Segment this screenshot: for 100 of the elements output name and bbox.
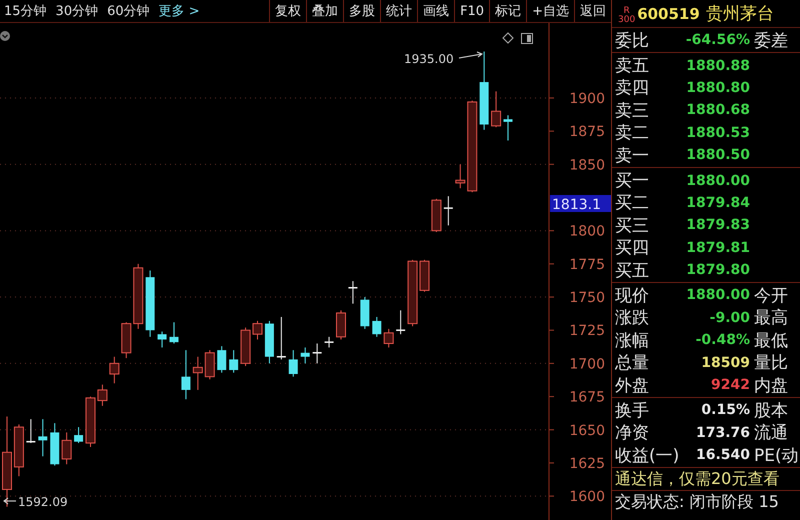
candlestick — [276, 316, 286, 360]
candlestick — [204, 350, 215, 380]
candlestick — [372, 316, 382, 338]
field-label: 卖二 — [615, 122, 650, 144]
field-value: 1880.80 — [685, 80, 750, 96]
candlestick — [384, 328, 394, 348]
axis-label: 1850 — [569, 157, 605, 174]
candlestick — [14, 424, 24, 477]
field-value: 1879.81 — [685, 240, 750, 256]
candlestick — [158, 331, 167, 348]
field-label: 卖一 — [615, 144, 650, 167]
candlestick — [50, 422, 60, 466]
field-label: 卖四 — [615, 77, 650, 100]
candlestick — [348, 280, 358, 304]
field-label: 买二 — [615, 192, 650, 214]
field-label: 买四 — [615, 237, 650, 260]
field-value: 9242 — [710, 377, 750, 394]
promo-text[interactable]: 通达信，仅需20元查看 — [612, 468, 800, 492]
candlestick — [170, 322, 178, 344]
candlestick — [431, 198, 442, 233]
arrow-icon — [3, 498, 16, 504]
stock-name: 贵州茅台 — [706, 3, 774, 25]
candlestick — [109, 356, 120, 384]
field-value: 1880.53 — [685, 124, 750, 141]
panel-toggle-icon — [521, 33, 533, 44]
candlestick — [420, 259, 430, 292]
field-value: 173.76 — [694, 424, 750, 441]
high-price-label: 1935.00 — [404, 52, 454, 66]
candlestick — [240, 327, 251, 367]
axis-label: 1650 — [569, 422, 605, 439]
candlestick — [504, 114, 512, 141]
axis-label: 1725 — [569, 323, 605, 340]
candlestick — [133, 263, 144, 330]
field-label: 今开 — [754, 285, 788, 307]
axis-label: 1875 — [569, 124, 605, 140]
field-label: 最高 — [754, 307, 788, 330]
stock-code: 600519 — [637, 4, 700, 22]
field-label: PE(动 — [754, 444, 799, 467]
field-label: 收益(一) — [615, 444, 677, 467]
axis-label: 1600 — [569, 489, 605, 506]
field-value: 1880.68 — [685, 102, 750, 118]
field-label: 委差 — [754, 30, 788, 52]
candlestick — [264, 320, 274, 364]
field-label: 涨跌 — [615, 307, 650, 330]
field-label: 现价 — [615, 285, 650, 307]
candlestick — [408, 259, 418, 327]
field-value: 1880.50 — [685, 147, 750, 164]
axis-label: 1700 — [569, 356, 605, 372]
field-label: 买三 — [615, 214, 650, 237]
period-tab[interactable]: 15分钟 — [0, 2, 52, 20]
candlestick — [146, 270, 155, 338]
more-menu[interactable]: 更多 > — [154, 2, 204, 20]
field-label: 净资 — [615, 422, 650, 444]
candlestick — [74, 426, 84, 444]
candlestick — [491, 90, 502, 128]
field-value: 0.15% — [700, 402, 750, 418]
field-label: 买五 — [615, 260, 650, 282]
axis-label: 1800 — [569, 224, 605, 240]
candlestick — [229, 350, 238, 374]
field-label: 委比 — [615, 30, 650, 52]
axis-label: 1625 — [569, 456, 605, 472]
axis-label: 1775 — [569, 256, 605, 273]
field-value: 18509 — [700, 354, 750, 371]
candlestick — [252, 320, 262, 340]
candlestick — [38, 418, 48, 457]
candlestick — [86, 396, 96, 448]
candlestick — [217, 346, 226, 374]
badge-label: 300 — [618, 16, 636, 24]
candlestick — [97, 384, 108, 406]
low-price-label: 1592.09 — [18, 495, 68, 509]
candlestick — [288, 350, 298, 378]
field-value: 1880.00 — [685, 172, 750, 189]
candlestick — [360, 296, 370, 330]
candlestick — [312, 343, 322, 364]
candlestick — [26, 418, 36, 444]
collapse-icon — [0, 31, 10, 41]
field-label: 换手 — [615, 400, 650, 422]
period-tab[interactable]: 60分钟 — [103, 2, 155, 20]
field-label: 内盘 — [754, 374, 788, 397]
field-label: 总量 — [615, 352, 650, 374]
candlestick — [455, 164, 466, 189]
field-label: 股本 — [754, 400, 788, 422]
candlestick — [192, 356, 203, 390]
candlestick — [324, 336, 334, 348]
axis-label: 1750 — [569, 290, 605, 306]
axis-label: 1675 — [569, 390, 605, 406]
field-label: 量比 — [754, 352, 788, 374]
badge-label: R — [623, 6, 630, 16]
period-tab[interactable]: 30分钟 — [52, 2, 104, 20]
field-value: -64.56% — [684, 32, 750, 48]
status-text: 交易状态: 闭市阶段 15 — [614, 491, 780, 514]
field-value: -0.48% — [694, 332, 750, 348]
candlestick — [300, 346, 310, 364]
field-label: 最低 — [754, 330, 788, 352]
candlestick — [336, 310, 346, 340]
field-value: 1880.88 — [685, 58, 750, 74]
field-value: 16.540 — [694, 447, 750, 464]
field-value: 1879.83 — [685, 217, 750, 234]
field-label: 买一 — [615, 170, 650, 192]
current-price-tag: 1813.1 — [550, 195, 611, 213]
